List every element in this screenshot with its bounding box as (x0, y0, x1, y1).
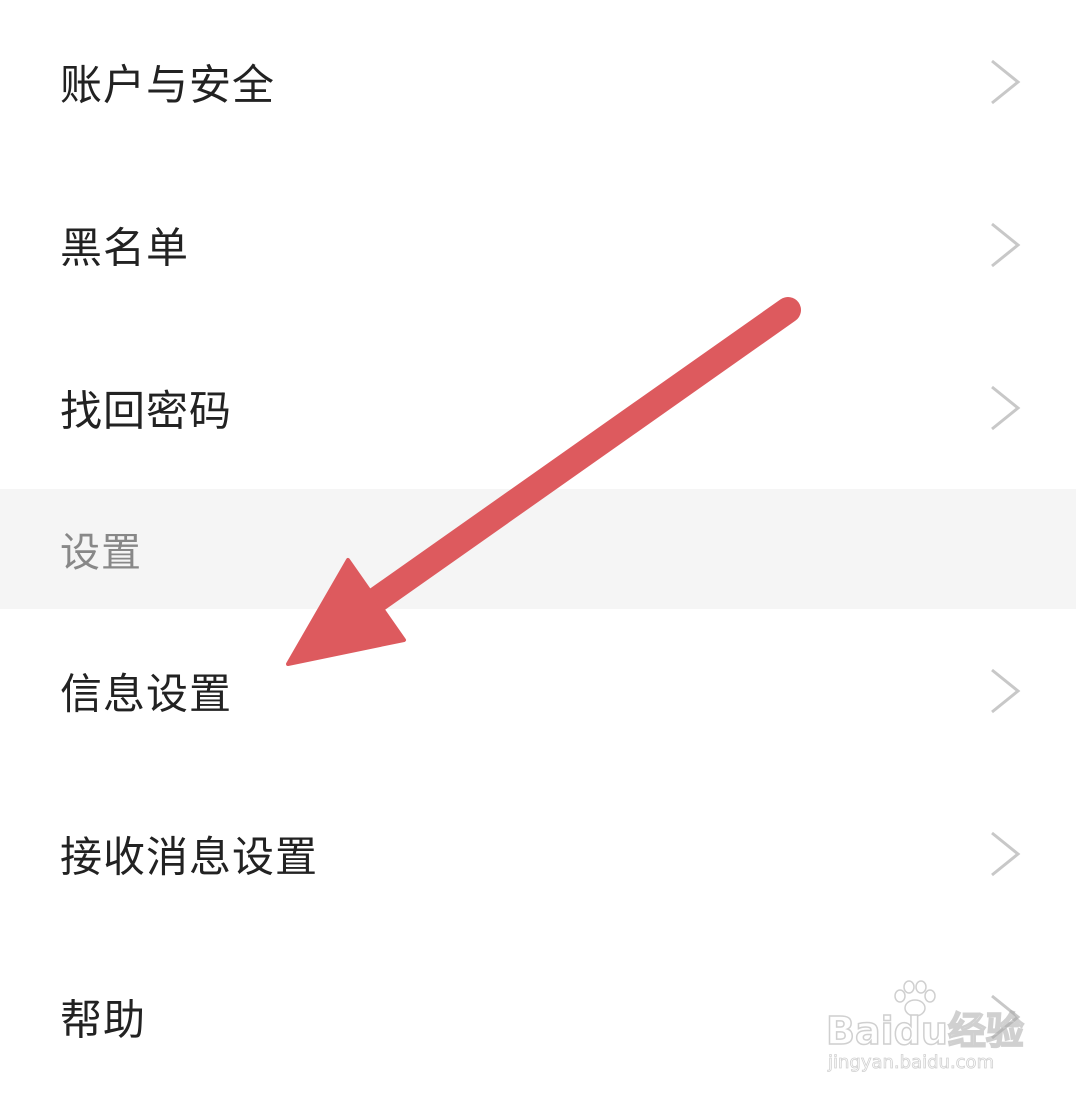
settings-row-label: 黑名单 (60, 223, 190, 272)
settings-row-label: 信息设置 (60, 669, 233, 718)
settings-row-message-settings[interactable]: 信息设置 (0, 609, 1076, 772)
chevron-right-icon (991, 668, 1021, 713)
settings-page: 账户与安全 黑名单 找回密码 设置 信息设置 接收消息设置 帮助 Baidu经验… (0, 0, 1076, 1096)
settings-list: 账户与安全 黑名单 找回密码 设置 信息设置 接收消息设置 帮助 (0, 0, 1076, 1096)
watermark-url: jingyan.baidu.com (828, 1052, 995, 1074)
chevron-right-icon (991, 222, 1021, 267)
baidu-watermark: Baidu经验 jingyan.baidu.com (825, 980, 1026, 1080)
settings-row-label: 帮助 (60, 995, 147, 1044)
settings-row-blacklist[interactable]: 黑名单 (0, 163, 1076, 326)
settings-row-recover-password[interactable]: 找回密码 (0, 326, 1076, 489)
section-header-settings: 设置 (0, 489, 1076, 609)
settings-row-label: 接收消息设置 (60, 832, 319, 881)
chevron-right-icon (991, 59, 1021, 104)
settings-row-label: 账户与安全 (60, 60, 276, 109)
section-header-label: 设置 (60, 530, 142, 576)
chevron-right-icon (991, 831, 1021, 876)
settings-row-receive-message-settings[interactable]: 接收消息设置 (0, 772, 1076, 935)
settings-row-account-security[interactable]: 账户与安全 (0, 0, 1076, 163)
settings-row-label: 找回密码 (60, 386, 233, 435)
watermark-brand: Baidu经验 (825, 1008, 1024, 1054)
chevron-right-icon (991, 385, 1021, 430)
